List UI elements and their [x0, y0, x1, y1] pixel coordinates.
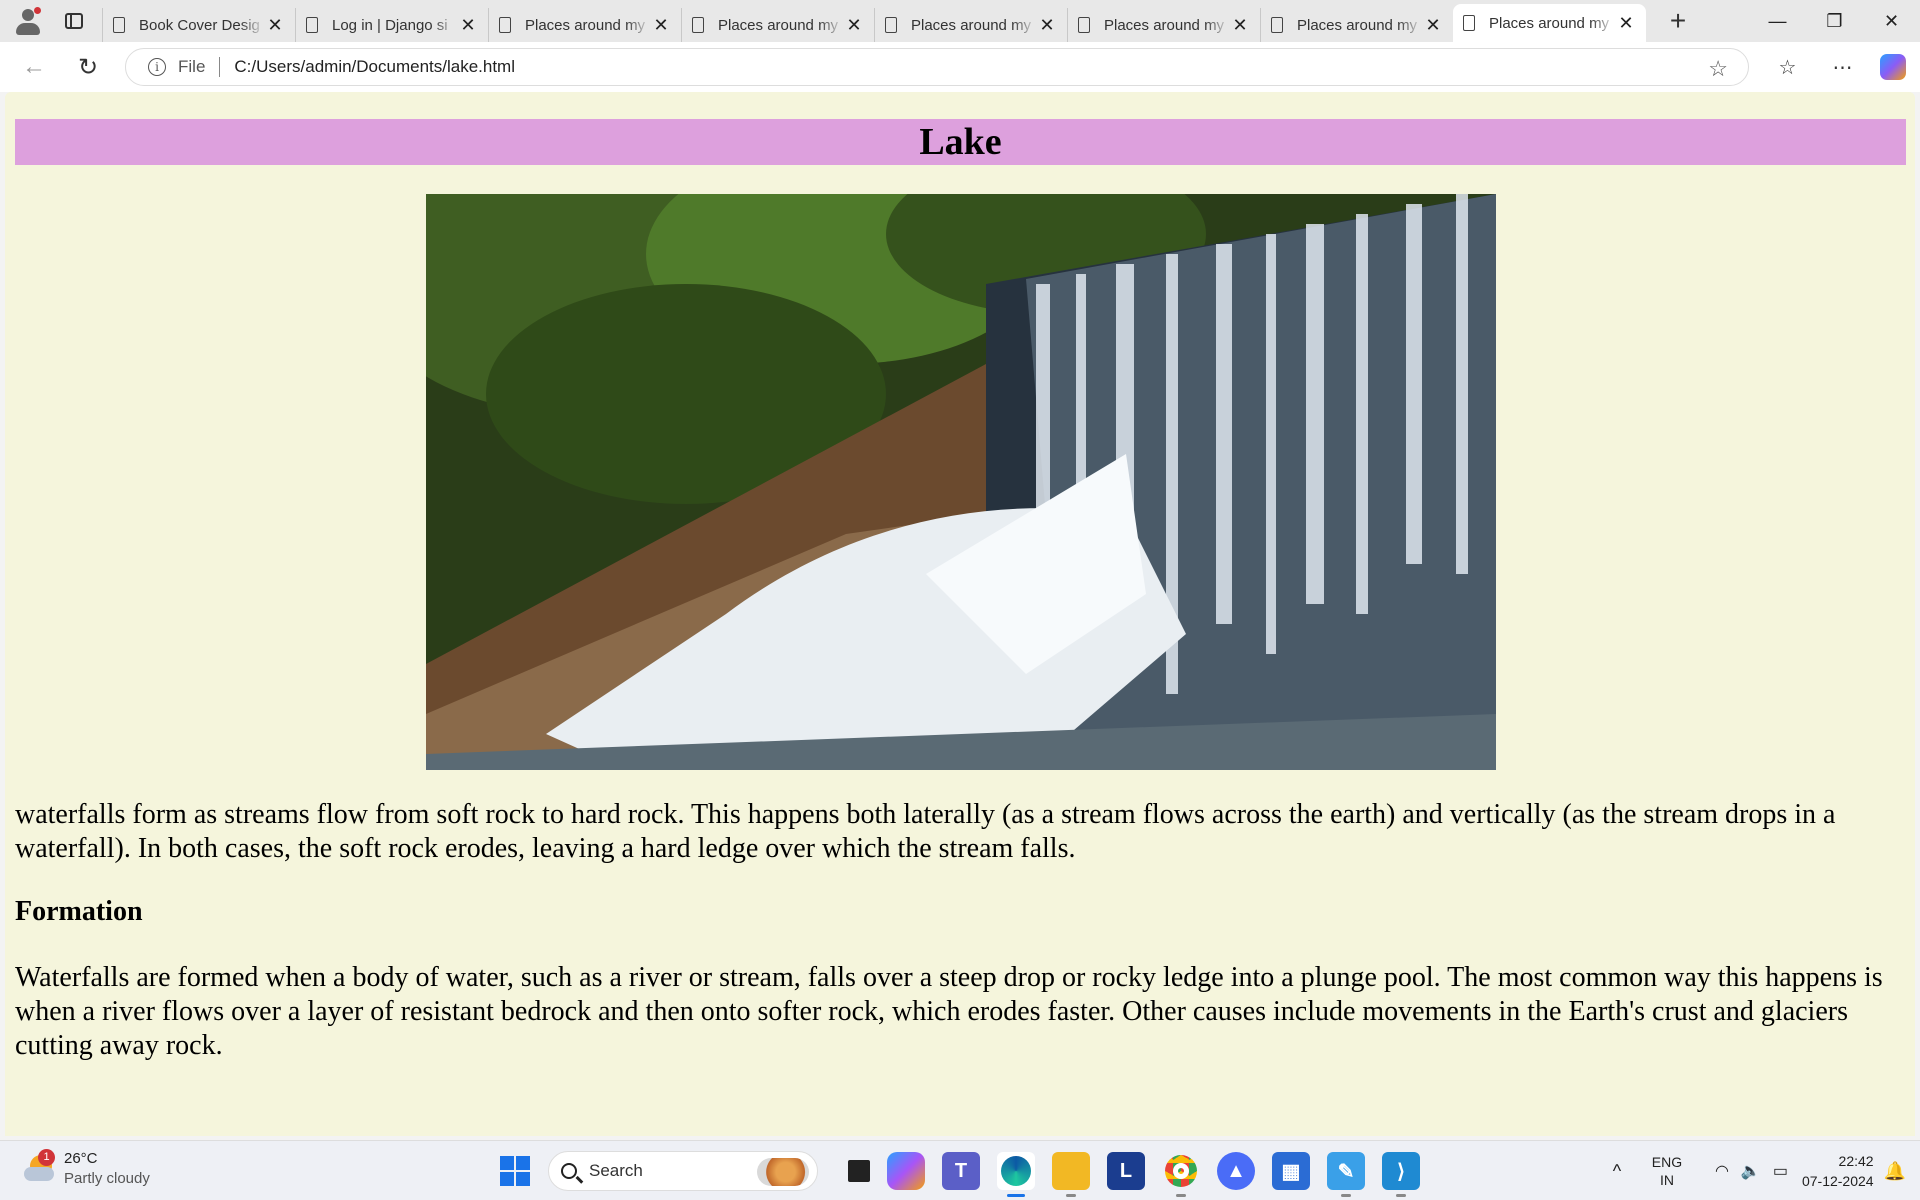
- lang-bottom: IN: [1659, 1172, 1674, 1188]
- restore-icon[interactable]: ❐: [1806, 0, 1863, 42]
- chrome-icon[interactable]: [1162, 1152, 1200, 1197]
- windows-start-icon[interactable]: [500, 1156, 530, 1186]
- search-icon: [561, 1163, 577, 1179]
- favorites-icon[interactable]: ☆: [1760, 55, 1815, 80]
- weather-condition: Partly cloudy: [64, 1170, 150, 1187]
- tab[interactable]: Book Cover Desig ✕: [102, 8, 295, 42]
- clock-date: 07-12-2024: [1801, 1173, 1874, 1189]
- system-tray: ^ ENG IN ◠ 🔈 ▭ 22:42 07-12-2024 🔔: [1597, 1141, 1920, 1200]
- page-icon: [113, 17, 125, 33]
- l-app-icon[interactable]: L: [1107, 1152, 1145, 1190]
- weather-temp: 26°C: [64, 1150, 98, 1167]
- partly-cloudy-icon: 1: [22, 1149, 58, 1185]
- close-icon[interactable]: ✕: [1616, 13, 1636, 34]
- search-highlight-icon: [757, 1158, 809, 1186]
- more-icon[interactable]: ⋯: [1815, 55, 1870, 80]
- page-icon: [1078, 17, 1090, 33]
- tab-title: Places around my: [1297, 16, 1418, 34]
- page-icon: [692, 17, 704, 33]
- task-view-icon[interactable]: [848, 1160, 870, 1182]
- favorite-star-icon[interactable]: ☆: [1708, 56, 1728, 82]
- profile-icon[interactable]: [14, 7, 42, 35]
- toolbar-right: ☆ ⋯: [1760, 42, 1920, 92]
- tab-title: Places around my: [718, 16, 839, 34]
- page-icon: [499, 17, 511, 33]
- page-icon: [1463, 15, 1475, 31]
- app-icon[interactable]: ▲: [1217, 1152, 1255, 1190]
- tab[interactable]: Log in | Django si ✕: [295, 8, 488, 42]
- language-indicator[interactable]: ENG IN: [1637, 1153, 1697, 1189]
- page-icon: [885, 17, 897, 33]
- reload-icon[interactable]: ↻: [70, 49, 106, 85]
- tabs: Book Cover Desig ✕ Log in | Django si ✕ Pl…: [102, 0, 1646, 42]
- back-icon[interactable]: ←: [16, 49, 52, 85]
- edge-icon[interactable]: [997, 1152, 1035, 1197]
- close-icon[interactable]: ✕: [844, 15, 864, 36]
- intro-paragraph: waterfalls form as streams flow from sof…: [15, 799, 1836, 864]
- address-url[interactable]: C:/Users/admin/Documents/lake.html: [234, 57, 515, 77]
- battery-icon[interactable]: ▭: [1773, 1161, 1788, 1181]
- formation-paragraph: Waterfalls are formed when a body of wat…: [15, 962, 1883, 1061]
- minimize-icon[interactable]: —: [1749, 0, 1806, 42]
- close-window-icon[interactable]: ✕: [1863, 0, 1920, 42]
- waterfall-image: [426, 194, 1496, 770]
- tab-actions-icon[interactable]: [60, 7, 88, 35]
- info-icon[interactable]: i: [148, 58, 166, 76]
- volume-icon[interactable]: 🔈: [1741, 1161, 1761, 1181]
- lang-top: ENG: [1651, 1154, 1683, 1170]
- address-bar[interactable]: i File C:/Users/admin/Documents/lake.htm…: [125, 48, 1749, 86]
- notification-badge: 1: [38, 1149, 55, 1166]
- tab-active[interactable]: Places around my ✕: [1453, 4, 1646, 42]
- copilot-app-icon[interactable]: [887, 1152, 925, 1190]
- address-scheme: File: [178, 57, 206, 76]
- close-icon[interactable]: ✕: [1423, 15, 1443, 36]
- tab-title: Places around my: [911, 16, 1032, 34]
- tab-strip: Book Cover Desig ✕ Log in | Django si ✕ Pl…: [0, 0, 1920, 42]
- tab[interactable]: Places around my ✕: [1067, 8, 1260, 42]
- wifi-icon[interactable]: ◠: [1715, 1161, 1729, 1181]
- page-icon: [1271, 17, 1283, 33]
- file-explorer-icon[interactable]: [1052, 1152, 1090, 1197]
- page-title: Lake: [15, 119, 1906, 165]
- taskbar-apps: Search T L ▲ ▦ ✎ ⟩: [500, 1149, 1420, 1197]
- teams-icon[interactable]: T: [942, 1152, 980, 1190]
- copilot-icon[interactable]: [1880, 54, 1906, 80]
- store-icon[interactable]: ▦: [1272, 1152, 1310, 1190]
- browser-toolbar: ← ↻ i File C:/Users/admin/Documents/lake…: [0, 42, 1920, 92]
- chevron-up-icon[interactable]: ^: [1597, 1161, 1637, 1182]
- new-tab-icon[interactable]: +: [1664, 7, 1692, 35]
- tab[interactable]: Places around my ✕: [488, 8, 681, 42]
- close-icon[interactable]: ✕: [458, 15, 478, 36]
- taskbar-search[interactable]: Search: [548, 1151, 818, 1191]
- section-heading: Formation: [15, 896, 143, 927]
- tab[interactable]: Places around my ✕: [874, 8, 1067, 42]
- close-icon[interactable]: ✕: [1037, 15, 1057, 36]
- divider: [219, 57, 221, 77]
- notification-bell-icon[interactable]: 🔔: [1884, 1161, 1906, 1182]
- clock[interactable]: 22:42 07-12-2024: [1802, 1151, 1874, 1191]
- close-icon[interactable]: ✕: [265, 15, 285, 36]
- page-icon: [306, 17, 318, 33]
- weather-widget[interactable]: 1 26°C Partly cloudy: [22, 1149, 150, 1189]
- taskbar: 1 26°C Partly cloudy Search T L ▲ ▦ ✎ ⟩ ^…: [0, 1140, 1920, 1200]
- page-content: Lake waterfalls form as streams flow fro…: [5, 92, 1915, 1136]
- search-placeholder: Search: [589, 1161, 643, 1180]
- tab[interactable]: Places around my ✕: [681, 8, 874, 42]
- clock-time: 22:42: [1838, 1153, 1874, 1169]
- window-controls: — ❐ ✕: [1749, 0, 1920, 42]
- tab[interactable]: Places around my ✕: [1260, 8, 1453, 42]
- tab-title: Book Cover Desig: [139, 16, 260, 34]
- tab-title: Places around my: [1104, 16, 1225, 34]
- vscode-icon[interactable]: ⟩: [1382, 1152, 1420, 1197]
- tab-title: Log in | Django si: [332, 16, 448, 34]
- tab-title: Places around my: [1489, 14, 1610, 32]
- paint-icon[interactable]: ✎: [1327, 1152, 1365, 1197]
- close-icon[interactable]: ✕: [1230, 15, 1250, 36]
- tab-title: Places around my: [525, 16, 646, 34]
- close-icon[interactable]: ✕: [651, 15, 671, 36]
